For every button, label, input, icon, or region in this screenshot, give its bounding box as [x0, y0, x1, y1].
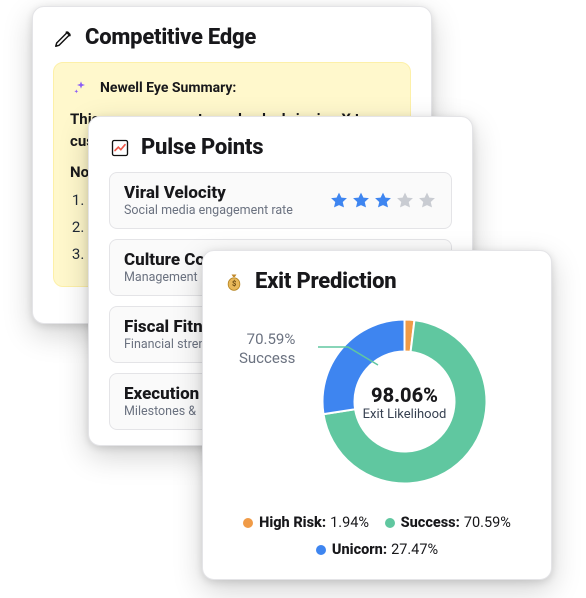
pointer-pct: 70.59% [239, 330, 295, 349]
moneybag-icon: $ [223, 271, 245, 293]
title-text: Competitive Edge [85, 25, 256, 50]
center-pct: 98.06% [278, 383, 531, 407]
metric-desc: Social media engagement rate [124, 203, 293, 218]
title-text: Pulse Points [141, 135, 263, 160]
star-icon [351, 191, 371, 211]
chart-up-icon [109, 137, 131, 159]
pointer-label: 70.59% Success [239, 330, 295, 368]
sparkle-icon [70, 77, 92, 99]
card-title: $ Exit Prediction [223, 269, 531, 294]
metric-name: Execution [124, 384, 199, 404]
title-text: Exit Prediction [255, 269, 396, 294]
metric-desc: Milestones & [124, 404, 199, 419]
card-title: Competitive Edge [53, 25, 411, 50]
donut-chart: 70.59% Success 98.06% Exit Likelihood [223, 306, 531, 496]
legend: High Risk: 1.94% Success: 70.59% Unicorn… [223, 510, 531, 564]
legend-value: 70.59% [464, 510, 511, 536]
summary-title-text: Newell Eye Summary: [100, 80, 236, 96]
star-icon [395, 191, 415, 211]
legend-dot-icon [316, 545, 326, 555]
legend-item: Unicorn: 27.47% [316, 537, 438, 563]
metric-row: Viral VelocitySocial media engagement ra… [109, 172, 452, 229]
legend-item: Success: 70.59% [385, 510, 511, 536]
legend-item: High Risk: 1.94% [243, 510, 369, 536]
legend-value: 1.94% [330, 510, 369, 536]
leader-line-icon [318, 341, 388, 371]
metric-name: Viral Velocity [124, 183, 293, 203]
star-icon [373, 191, 393, 211]
summary-title: Newell Eye Summary: [70, 77, 394, 99]
star-rating [329, 191, 437, 211]
card-title: Pulse Points [109, 135, 452, 160]
pen-icon [53, 27, 75, 49]
exit-prediction-card: $ Exit Prediction 70.59% Success 98.06% … [202, 250, 552, 580]
legend-dot-icon [243, 518, 253, 528]
center-text: Exit Likelihood [278, 407, 531, 422]
star-icon [417, 191, 437, 211]
center-label: 98.06% Exit Likelihood [278, 383, 531, 422]
pointer-text: Success [239, 349, 295, 368]
legend-value: 27.47% [391, 537, 438, 563]
legend-label: High Risk: [259, 510, 326, 536]
svg-text:$: $ [232, 279, 236, 288]
legend-label: Unicorn: [332, 537, 387, 563]
legend-dot-icon [385, 518, 395, 528]
star-icon [329, 191, 349, 211]
legend-label: Success: [401, 510, 460, 536]
